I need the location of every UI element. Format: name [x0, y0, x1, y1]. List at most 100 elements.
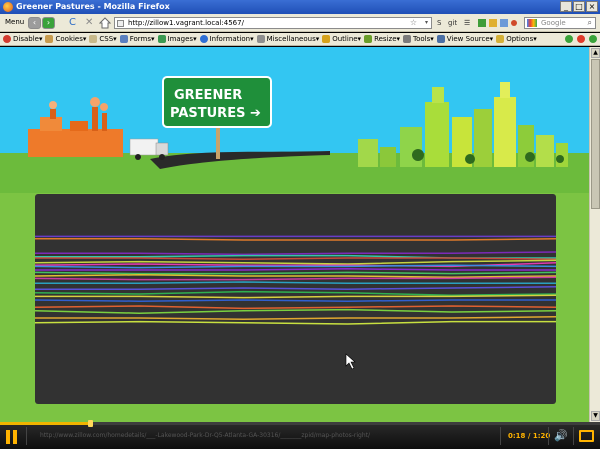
- dev-resize-menu[interactable]: Resize▾: [364, 35, 400, 43]
- series-line-16: [35, 299, 556, 302]
- dev-outline-menu[interactable]: Outline▾: [322, 35, 361, 43]
- image-icon: [157, 35, 166, 43]
- back-button[interactable]: ‹: [28, 17, 41, 29]
- source-icon: [436, 35, 445, 43]
- dev-tools-menu[interactable]: Tools▾: [403, 35, 434, 43]
- window-controls: _ □ ×: [560, 1, 598, 12]
- series-line-13: [35, 286, 556, 290]
- form-icon: [119, 35, 128, 43]
- pause-bar-left: [6, 430, 10, 444]
- reload-icon[interactable]: C: [69, 17, 76, 29]
- dev-status-icons: [565, 35, 597, 43]
- scrollbar-thumb[interactable]: [591, 59, 600, 209]
- series-line-5: [35, 259, 556, 265]
- dev-miscellaneous-menu[interactable]: Miscellaneous▾: [256, 35, 319, 43]
- vertical-scrollbar[interactable]: ▲ ▼: [589, 47, 600, 422]
- separator: [573, 427, 574, 445]
- dev-forms-menu[interactable]: Forms▾: [119, 35, 155, 43]
- options-icon: [496, 35, 505, 43]
- search-input[interactable]: Google: [541, 19, 566, 27]
- extension-icons-row[interactable]: [478, 18, 518, 28]
- check-icon[interactable]: [565, 35, 573, 43]
- window-title: Greener Pastures - Mozilla Firefox: [16, 2, 170, 11]
- dev-images-menu[interactable]: Images▾: [157, 35, 197, 43]
- greener-pastures-sign: GREENER PASTURES ➔: [162, 76, 272, 128]
- series-line-19: [35, 316, 556, 320]
- home-icon[interactable]: [99, 17, 111, 29]
- info-icon: [199, 35, 208, 43]
- bookmark-star-icon[interactable]: ☆: [410, 18, 417, 27]
- video-time: 0:18 / 1:20: [508, 432, 551, 440]
- mouse-cursor: [345, 353, 356, 370]
- scroll-down-button[interactable]: ▼: [591, 411, 600, 421]
- css-icon: [89, 35, 98, 43]
- page-viewport: GREENER PASTURES ➔: [0, 47, 589, 422]
- addon-red-icon: [511, 20, 517, 26]
- window-titlebar: Greener Pastures - Mozilla Firefox _ □ ×: [0, 0, 600, 14]
- forward-button[interactable]: ›: [42, 17, 55, 29]
- addon-blue-icon: [500, 19, 508, 27]
- road-shape: [150, 151, 330, 169]
- pause-bar-right: [13, 430, 17, 444]
- stop-icon[interactable]: ✕: [85, 17, 93, 29]
- address-url[interactable]: http://zillow1.vagrant.local:4567/: [128, 19, 244, 27]
- separator: [26, 427, 27, 445]
- sign-arrow-icon: ➔: [250, 106, 261, 121]
- dev-information-menu[interactable]: Information▾: [199, 35, 254, 43]
- history-dropdown-icon[interactable]: ▾: [425, 19, 428, 26]
- misc-icon: [256, 35, 265, 43]
- line-chart: [35, 194, 556, 404]
- dev-options-menu[interactable]: Options▾: [496, 35, 537, 43]
- fullscreen-icon[interactable]: [579, 430, 594, 442]
- google-engine-icon[interactable]: [527, 19, 537, 27]
- series-line-20: [35, 320, 556, 325]
- dev-css-menu[interactable]: CSS▾: [89, 35, 117, 43]
- series-line-9: [35, 271, 556, 275]
- status-url: http://www.zillow.com/homedetails/___-La…: [40, 432, 371, 439]
- ok-icon[interactable]: [589, 35, 597, 43]
- maximize-button[interactable]: □: [573, 1, 585, 12]
- series-line-10: [35, 274, 556, 278]
- addon-green-icon: [478, 19, 486, 27]
- volume-icon[interactable]: 🔊: [554, 430, 568, 442]
- series-line-2: [35, 251, 556, 256]
- video-controls: http://www.zillow.com/homedetails/___-La…: [0, 420, 600, 449]
- cookie-icon: [45, 35, 54, 43]
- no-icon: [3, 35, 11, 43]
- dev-view-source-menu[interactable]: View Source▾: [436, 35, 493, 43]
- web-developer-toolbar: Disable▾ Cookies▾ CSS▾ Forms▾ Images▾ In…: [0, 33, 600, 46]
- video-scrubber[interactable]: [88, 420, 93, 427]
- search-box[interactable]: Google ⌕: [524, 17, 596, 29]
- sign-post: [216, 125, 220, 159]
- series-line-8: [35, 268, 556, 271]
- site-identity-icon[interactable]: [117, 20, 124, 27]
- factory-illustration: [28, 97, 123, 157]
- close-button[interactable]: ×: [586, 1, 598, 12]
- dev-disable-menu[interactable]: Disable▾: [3, 35, 42, 43]
- separator: [548, 427, 549, 445]
- dev-cookies-menu[interactable]: Cookies▾: [45, 35, 86, 43]
- series-line-18: [35, 308, 556, 314]
- video-progress-bar[interactable]: [0, 420, 600, 427]
- series-line-11: [35, 276, 556, 281]
- extension-s-icon[interactable]: S: [437, 17, 441, 29]
- minimize-button[interactable]: _: [560, 1, 572, 12]
- search-icon[interactable]: ⌕: [588, 18, 592, 28]
- addon-yellow-icon: [489, 19, 497, 27]
- menu-button[interactable]: Menu: [5, 18, 24, 26]
- series-line-4: [35, 257, 556, 260]
- pause-button[interactable]: [5, 430, 19, 444]
- series-line-14: [35, 290, 556, 296]
- banner-illustration: GREENER PASTURES ➔: [28, 76, 568, 169]
- sign-line-1: GREENER: [174, 88, 242, 103]
- resize-icon: [364, 35, 373, 43]
- series-line-17: [35, 305, 556, 310]
- separator: [500, 427, 501, 445]
- extension-git-icon[interactable]: git: [448, 17, 457, 29]
- address-bar[interactable]: http://zillow1.vagrant.local:4567/ ☆ ▾: [114, 17, 432, 29]
- truck-illustration: [129, 138, 169, 160]
- warning-icon[interactable]: [577, 35, 585, 43]
- extension-menu-icon[interactable]: ☰: [464, 17, 470, 29]
- series-line-12: [35, 281, 556, 284]
- scroll-up-button[interactable]: ▲: [591, 48, 600, 58]
